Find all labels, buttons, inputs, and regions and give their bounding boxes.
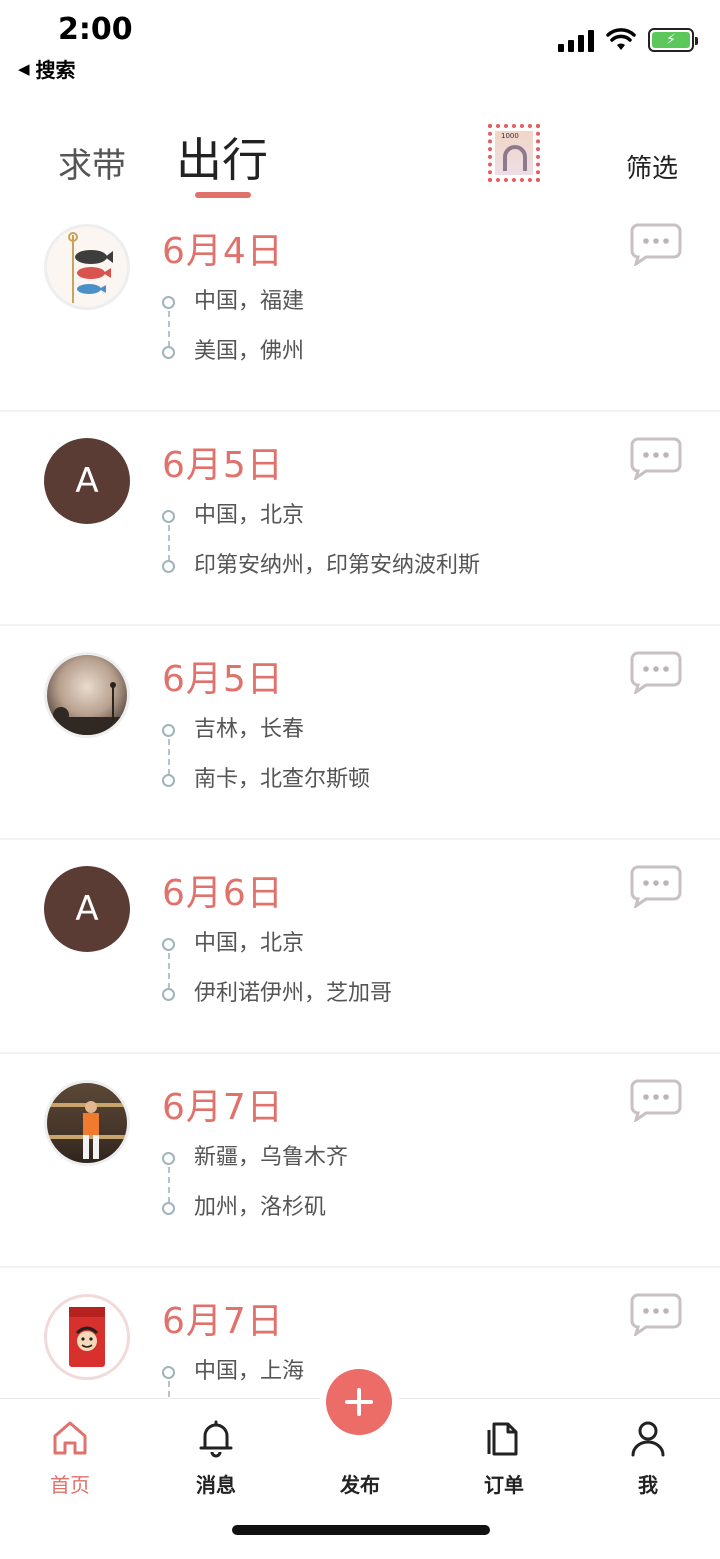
avatar[interactable]: A <box>44 438 130 524</box>
trip-destination: 美国，佛州 <box>194 339 305 364</box>
trip-origin: 中国，北京 <box>194 503 305 528</box>
user-icon <box>631 1421 665 1457</box>
route-destination-dot <box>162 1202 175 1215</box>
tab-orders-label: 订单 <box>484 1473 524 1497</box>
tab-home-label: 首页 <box>50 1473 90 1497</box>
chat-bubble-icon[interactable] <box>630 650 682 694</box>
tab-orders[interactable]: 订单 <box>454 1415 554 1498</box>
stamp-icon[interactable]: 1000 <box>488 124 540 182</box>
chat-bubble-icon[interactable] <box>630 864 682 908</box>
avatar[interactable] <box>44 652 130 738</box>
route-origin-dot <box>162 1152 175 1165</box>
back-triangle-icon: ◀ <box>18 59 30 78</box>
route-origin-dot <box>162 938 175 951</box>
fish-kite-icon <box>68 232 113 303</box>
stamp-value: 1000 <box>501 132 519 140</box>
back-to-search-button[interactable]: ◀ 搜索 <box>18 54 76 83</box>
status-time: 2:00 <box>58 12 133 47</box>
route-origin-dot <box>162 510 175 523</box>
tab-messages-label: 消息 <box>196 1473 236 1497</box>
signal-icon <box>558 28 594 52</box>
tab-messages[interactable]: 消息 <box>166 1415 266 1498</box>
document-icon <box>487 1422 518 1456</box>
trip-card[interactable]: 6月5日 吉林，长春 南卡，北查尔斯顿 <box>0 626 720 838</box>
home-icon <box>53 1421 87 1455</box>
tab-me-label: 我 <box>638 1473 658 1497</box>
route-destination-dot <box>162 346 175 359</box>
status-bar: 2:00 ◀ 搜索 ⚡ <box>0 0 720 90</box>
avatar[interactable] <box>44 1080 130 1166</box>
route-destination-dot <box>162 988 175 1001</box>
trip-origin: 中国，北京 <box>194 931 305 956</box>
avatar[interactable]: A <box>44 866 130 952</box>
route-destination-dot <box>162 560 175 573</box>
trip-origin: 吉林，长春 <box>194 717 305 742</box>
trip-destination: 加州，洛杉矶 <box>194 1195 327 1220</box>
battery-icon: ⚡ <box>648 28 698 52</box>
tab-post-label: 发布 <box>340 1473 380 1497</box>
back-search-label: 搜索 <box>35 58 76 82</box>
home-indicator <box>232 1525 490 1535</box>
wifi-icon <box>606 28 636 50</box>
plus-icon <box>345 1388 373 1416</box>
bell-icon <box>199 1420 233 1458</box>
tab-home[interactable]: 首页 <box>20 1415 120 1498</box>
trip-list[interactable]: 6月4日 中国，福建 美国，佛州 A 6月5日 中国，北京 印第安纳州，印第安纳… <box>0 198 720 1398</box>
route-origin-dot <box>162 296 175 309</box>
route-origin-dot <box>162 724 175 737</box>
trip-route: 中国，北京 伊利诺伊州，芝加哥 <box>162 926 392 1026</box>
trip-route: 新疆，乌鲁木齐 加州，洛杉矶 <box>162 1140 348 1240</box>
route-origin-dot <box>162 1366 175 1379</box>
app-root: 2:00 ◀ 搜索 ⚡ 求带 出行 1000 筛选 6月4日 中国，福建 美国，… <box>0 0 720 1559</box>
avatar[interactable] <box>44 1294 130 1380</box>
trip-date: 6月4日 <box>162 231 284 272</box>
tab-help-request[interactable]: 求带 <box>58 138 126 187</box>
trip-destination: 伊利诺伊州，芝加哥 <box>194 981 393 1006</box>
top-nav: 求带 出行 1000 筛选 <box>0 110 720 200</box>
chat-bubble-icon[interactable] <box>630 436 682 480</box>
trip-card[interactable]: 6月4日 中国，福建 美国，佛州 <box>0 198 720 410</box>
trip-date: 6月5日 <box>162 445 284 486</box>
chat-bubble-icon[interactable] <box>630 1292 682 1336</box>
trip-destination: 南卡，北查尔斯顿 <box>194 767 371 792</box>
trip-date: 6月7日 <box>162 1301 284 1342</box>
tab-me[interactable]: 我 <box>598 1415 698 1498</box>
trip-date: 6月5日 <box>162 659 284 700</box>
person-photo-icon <box>47 1101 127 1159</box>
trip-date: 6月7日 <box>162 1087 284 1128</box>
chat-bubble-icon[interactable] <box>630 222 682 266</box>
trip-route: 中国，福建 美国，佛州 <box>162 284 304 384</box>
trip-card[interactable]: A 6月6日 中国，北京 伊利诺伊州，芝加哥 <box>0 840 720 1052</box>
post-button[interactable] <box>326 1369 392 1435</box>
sky-photo-icon <box>47 682 127 735</box>
filter-button[interactable]: 筛选 <box>626 148 678 185</box>
route-destination-dot <box>162 774 175 787</box>
trip-origin: 中国，福建 <box>194 289 305 314</box>
chat-bubble-icon[interactable] <box>630 1078 682 1122</box>
route-connector <box>168 1381 170 1398</box>
trip-destination: 印第安纳州，印第安纳波利斯 <box>194 553 481 578</box>
trip-card[interactable]: A 6月5日 中国，北京 印第安纳州，印第安纳波利斯 <box>0 412 720 624</box>
trip-origin: 新疆，乌鲁木齐 <box>194 1145 349 1170</box>
trip-route: 吉林，长春 南卡，北查尔斯顿 <box>162 712 370 812</box>
trip-origin: 中国，上海 <box>194 1359 305 1384</box>
trip-card[interactable]: 6月7日 新疆，乌鲁木齐 加州，洛杉矶 <box>0 1054 720 1266</box>
avatar[interactable] <box>44 224 130 310</box>
trip-route: 中国，北京 印第安纳州，印第安纳波利斯 <box>162 498 480 598</box>
bottom-tab-bar: 首页 消息 发布 订单 我 <box>0 1369 720 1559</box>
milk-carton-icon <box>69 1307 105 1367</box>
tab-travel[interactable]: 出行 <box>176 124 268 190</box>
trip-route: 中国，上海 <box>162 1354 304 1398</box>
status-indicators: ⚡ <box>558 28 698 52</box>
trip-date: 6月6日 <box>162 873 284 914</box>
